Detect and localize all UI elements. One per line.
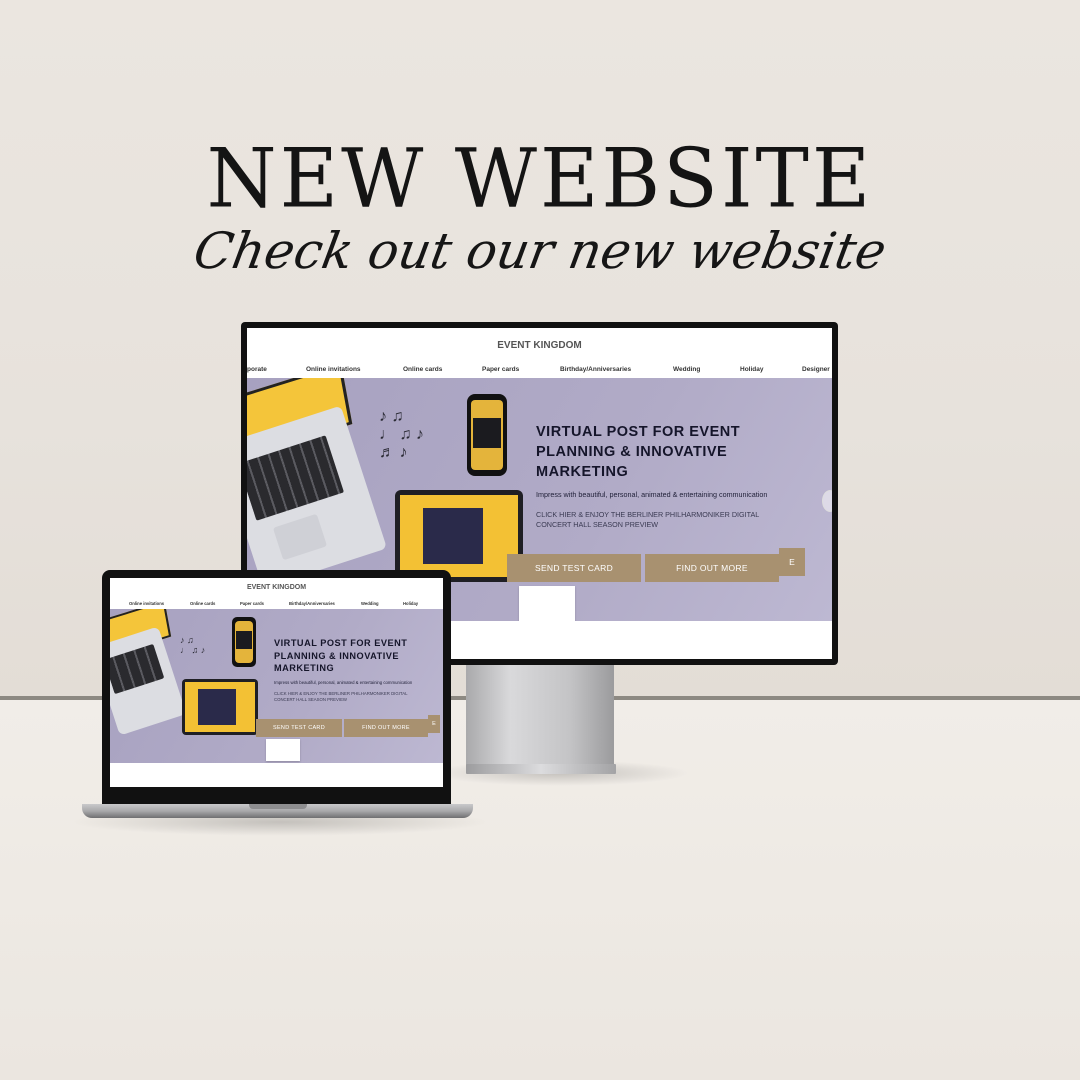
nav-item-wedding[interactable]: Wedding [673, 366, 700, 373]
hero-title: VIRTUAL POST FOR EVENT PLANNING & INNOVA… [536, 424, 741, 480]
nav-item-online-invitations[interactable]: Online invitations [306, 366, 361, 373]
site-nav-small: Online invitations Online cards Paper ca… [110, 601, 443, 609]
laptop-notch [249, 804, 307, 809]
hero-title-small: VIRTUAL POST FOR EVENT PLANNING & INNOVA… [274, 638, 408, 673]
illustration-ticket-small [266, 739, 300, 761]
send-test-card-button[interactable]: SEND TEST CARD [507, 554, 641, 582]
nav-item-holiday[interactable]: Holiday [740, 366, 763, 373]
illustration-ticket [519, 586, 575, 621]
nav-item-corporate[interactable]: porate [247, 366, 267, 373]
headline: NEW WEBSITE [206, 131, 874, 226]
nav-item-online-cards[interactable]: Online cards [403, 366, 442, 373]
music-notes-icon-small: ♪ ♫ ♩ ♫ ♪ [180, 635, 206, 655]
nav-item-wedding-small[interactable]: Wedding [361, 601, 379, 606]
send-test-card-button-small[interactable]: SEND TEST CARD [256, 719, 342, 737]
nav-item-birthday[interactable]: Birthday/Anniversaries [560, 366, 631, 373]
site-brand-small[interactable]: EVENT KINGDOM [110, 584, 443, 591]
hero-link[interactable]: CLICK HIER & ENJOY THE BERLINER PHILHARM… [536, 510, 759, 530]
find-out-more-button-small[interactable]: FIND OUT MORE [344, 719, 428, 737]
illustration-tablet-photo [423, 508, 483, 564]
hero-banner-small: ♪ ♫ ♩ ♫ ♪ VIRTUAL POST FOR EVENT PLANNING… [110, 609, 443, 763]
subline: Check out our new website [189, 222, 891, 280]
nav-item-paper-cards[interactable]: Paper cards [482, 366, 519, 373]
laptop-screen: EVENT KINGDOM Online invitations Online … [110, 578, 443, 787]
nav-item-online-cards-small[interactable]: Online cards [190, 601, 215, 606]
hero-subtitle: Impress with beautiful, personal, animat… [536, 490, 768, 499]
extra-button-edge-small[interactable]: E [428, 715, 440, 733]
illustration-phone-photo-small [236, 631, 252, 649]
nav-item-online-invitations-small[interactable]: Online invitations [129, 601, 164, 606]
illustration-phone-photo [473, 418, 501, 448]
carousel-next-arrow[interactable] [822, 490, 832, 512]
nav-item-paper-cards-small[interactable]: Paper cards [240, 601, 264, 606]
music-notes-icon: ♪ ♫ ♩ ♫ ♪ ♬ ♪ [379, 408, 424, 461]
site-brand[interactable]: EVENT KINGDOM [247, 340, 832, 351]
hero-link-small[interactable]: CLICK HIER & ENJOY THE BERLINER PHILHARM… [274, 691, 407, 703]
monitor-stand [466, 664, 614, 766]
nav-item-holiday-small[interactable]: Holiday [403, 601, 418, 606]
find-out-more-button[interactable]: FIND OUT MORE [645, 554, 779, 582]
extra-button-edge[interactable]: E [779, 548, 805, 576]
illustration-tablet-photo-small [198, 689, 236, 725]
nav-item-designer[interactable]: Designer [802, 366, 830, 373]
monitor-stand-foot [466, 764, 616, 774]
site-nav: porate Online invitations Online cards P… [247, 366, 832, 378]
hero-subtitle-small: Impress with beautiful, personal, animat… [274, 680, 413, 685]
nav-item-birthday-small[interactable]: Birthday/Anniversaries [289, 601, 335, 606]
